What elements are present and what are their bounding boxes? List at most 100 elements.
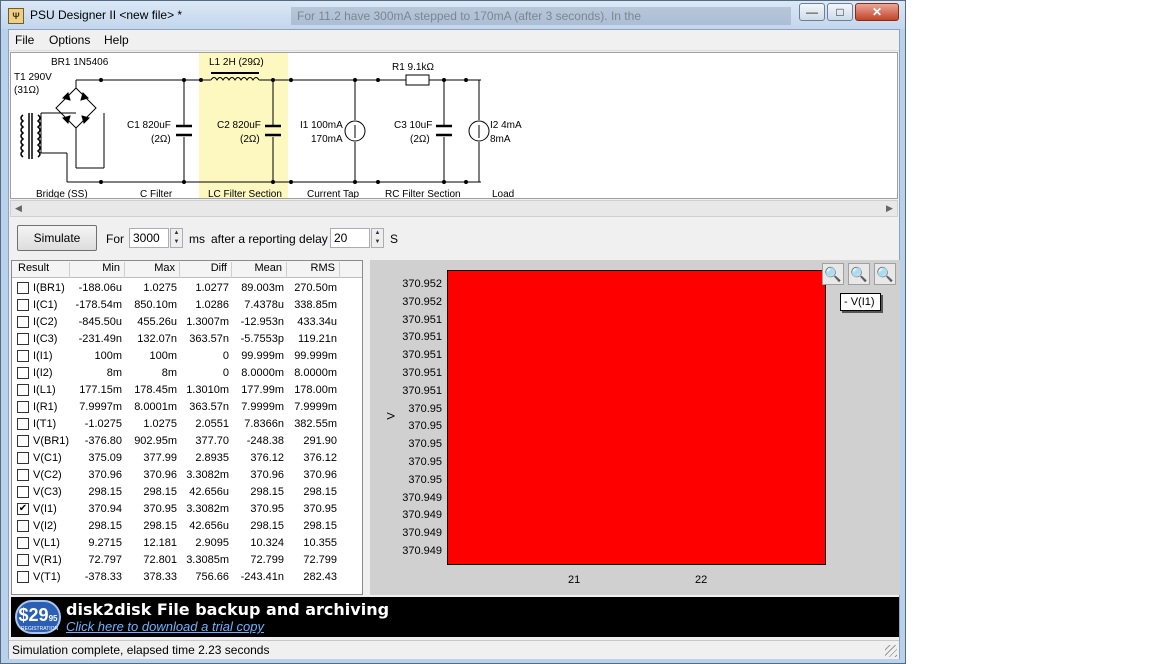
- table-row[interactable]: I(I1) 100m 100m 0 99.999m 99.999m: [12, 348, 362, 365]
- row-checkbox[interactable]: [17, 367, 29, 379]
- col-diff[interactable]: Diff: [180, 262, 232, 278]
- row-min: -376.80: [84, 435, 122, 447]
- zoom-out-icon[interactable]: 🔍: [848, 263, 870, 285]
- close-button[interactable]: ✕: [855, 3, 899, 21]
- row-max: 298.15: [143, 486, 177, 498]
- section-current-tap[interactable]: Current Tap: [307, 189, 360, 198]
- row-checkbox[interactable]: [17, 554, 29, 566]
- row-diff: 2.9095: [195, 537, 229, 549]
- simulate-button[interactable]: Simulate: [17, 225, 97, 251]
- table-row[interactable]: I(L1) 177.15m 178.45m 1.3010m 177.99m 178.00m: [12, 382, 362, 399]
- row-checkbox[interactable]: [17, 537, 29, 549]
- row-mean: 370.96: [250, 469, 284, 481]
- table-row[interactable]: V(T1) -378.33 378.33 756.66 -243.41n 282.43: [12, 569, 362, 586]
- schematic-panel: BR1 1N5406 T1 290V (31Ω) L1 2H (29Ω) R1 …: [10, 52, 898, 199]
- row-diff: 3.3085m: [186, 554, 229, 566]
- table-row[interactable]: I(C2) -845.50u 455.26u 1.3007m -12.953n 433.3…: [12, 314, 362, 331]
- seconds-label: S: [390, 232, 399, 246]
- col-result[interactable]: Result: [12, 262, 70, 278]
- row-checkbox[interactable]: [17, 299, 29, 311]
- col-rms[interactable]: RMS: [287, 262, 340, 278]
- row-checkbox[interactable]: [17, 401, 29, 413]
- x-tick-22: 22: [695, 574, 708, 586]
- row-name: V(BR1): [33, 435, 70, 447]
- zoom-reset-icon[interactable]: 🔍: [874, 263, 896, 285]
- row-name: V(L1): [33, 537, 60, 549]
- section-lc-filter[interactable]: LC Filter Section: [208, 189, 282, 198]
- table-row[interactable]: I(BR1) -188.06u 1.0275 1.0277 89.003m 270.50m: [12, 280, 362, 297]
- table-row[interactable]: I(I2) 8m 8m 0 8.0000m 8.0000m: [12, 365, 362, 382]
- results-table: Result Min Max Diff Mean RMS I(BR1) -188.…: [11, 260, 363, 595]
- menu-file[interactable]: File: [15, 33, 34, 47]
- y-tick-label: 370.951: [402, 313, 442, 326]
- row-rms: 382.55m: [294, 418, 337, 430]
- table-row[interactable]: V(L1) 9.2715 12.181 2.9095 10.324 10.355: [12, 535, 362, 552]
- col-max[interactable]: Max: [125, 262, 180, 278]
- row-min: 298.15: [88, 520, 122, 532]
- duration-input[interactable]: 3000: [129, 228, 169, 248]
- row-checkbox[interactable]: [17, 418, 29, 430]
- col-min[interactable]: Min: [70, 262, 125, 278]
- ad-download-link[interactable]: Click here to download a trial copy: [66, 619, 264, 634]
- menu-options[interactable]: Options: [49, 33, 90, 47]
- row-max: 1.0275: [143, 282, 177, 294]
- duration-spinner[interactable]: ▲ ▼: [170, 228, 183, 248]
- table-row[interactable]: V(I2) 298.15 298.15 42.656u 298.15 298.15: [12, 518, 362, 535]
- row-checkbox[interactable]: [17, 452, 29, 464]
- zoom-in-icon[interactable]: 🔍: [822, 263, 844, 285]
- row-max: 455.26u: [137, 316, 177, 328]
- row-checkbox[interactable]: ✔: [17, 503, 29, 515]
- delay-spinner[interactable]: ▲ ▼: [371, 228, 384, 248]
- section-c-filter[interactable]: C Filter: [140, 189, 173, 198]
- table-row[interactable]: V(R1) 72.797 72.801 3.3085m 72.799 72.799: [12, 552, 362, 569]
- row-min: -378.33: [84, 571, 122, 583]
- row-checkbox[interactable]: [17, 350, 29, 362]
- section-load[interactable]: Load: [492, 189, 514, 198]
- table-row[interactable]: I(C1) -178.54m 850.10m 1.0286 7.4378u 338.85m: [12, 297, 362, 314]
- maximize-button[interactable]: □: [827, 3, 853, 21]
- table-row[interactable]: V(C3) 298.15 298.15 42.656u 298.15 298.15: [12, 484, 362, 501]
- col-mean[interactable]: Mean: [232, 262, 287, 278]
- scroll-left-arrow-icon[interactable]: ◀: [11, 201, 26, 216]
- row-mean: 99.999m: [241, 350, 284, 362]
- delay-input[interactable]: 20: [330, 228, 370, 248]
- section-bridge[interactable]: Bridge (SS): [36, 189, 88, 198]
- table-row[interactable]: I(T1) -1.0275 1.0275 2.0551 7.8366n 382.55m: [12, 416, 362, 433]
- row-checkbox[interactable]: [17, 469, 29, 481]
- table-row[interactable]: V(C2) 370.96 370.96 3.3082m 370.96 370.96: [12, 467, 362, 484]
- row-max: 378.33: [143, 571, 177, 583]
- row-checkbox[interactable]: [17, 571, 29, 583]
- table-row[interactable]: V(BR1) -376.80 902.95m 377.70 -248.38 291.90: [12, 433, 362, 450]
- y-tick-label: 370.951: [402, 367, 442, 379]
- y-tick-label: 370.95: [408, 438, 442, 451]
- row-checkbox[interactable]: [17, 520, 29, 532]
- row-checkbox[interactable]: [17, 316, 29, 328]
- row-name: I(C2): [33, 316, 58, 328]
- row-rms: 8.0000m: [294, 367, 337, 379]
- minimize-button[interactable]: —: [799, 3, 825, 21]
- row-diff: 2.0551: [195, 418, 229, 430]
- plot-canvas[interactable]: [447, 270, 826, 565]
- row-max: 100m: [149, 350, 177, 362]
- label-c2-esr: (2Ω): [240, 134, 260, 145]
- table-row[interactable]: I(R1) 7.9997m 8.0001m 363.57n 7.9999m 7.9999m: [12, 399, 362, 416]
- row-checkbox[interactable]: [17, 282, 29, 294]
- row-checkbox[interactable]: [17, 333, 29, 345]
- schematic-scrollbar[interactable]: ◀ ▶: [10, 200, 898, 217]
- row-min: -188.06u: [78, 282, 122, 294]
- section-rc-filter[interactable]: RC Filter Section: [385, 189, 461, 198]
- table-row[interactable]: V(C1) 375.09 377.99 2.8935 376.12 376.12: [12, 450, 362, 467]
- row-checkbox[interactable]: [17, 486, 29, 498]
- row-rms: 298.15: [303, 520, 337, 532]
- scroll-right-arrow-icon[interactable]: ▶: [882, 201, 897, 216]
- row-checkbox[interactable]: [17, 384, 29, 396]
- row-max: 370.95: [143, 503, 177, 515]
- row-checkbox[interactable]: [17, 435, 29, 447]
- table-row[interactable]: ✔ V(I1) 370.94 370.95 3.3082m 370.95 370.95: [12, 501, 362, 518]
- table-row[interactable]: I(C3) -231.49n 132.07n 363.57n -5.7553p 119.2…: [12, 331, 362, 348]
- app-icon[interactable]: Ψ: [8, 8, 24, 24]
- label-c3-value: C3 10uF: [394, 120, 432, 131]
- resize-grip-icon[interactable]: [885, 645, 897, 657]
- menu-help[interactable]: Help: [104, 33, 129, 47]
- ad-banner[interactable]: $2995 REGISTRATION disk2disk File backup …: [11, 597, 899, 637]
